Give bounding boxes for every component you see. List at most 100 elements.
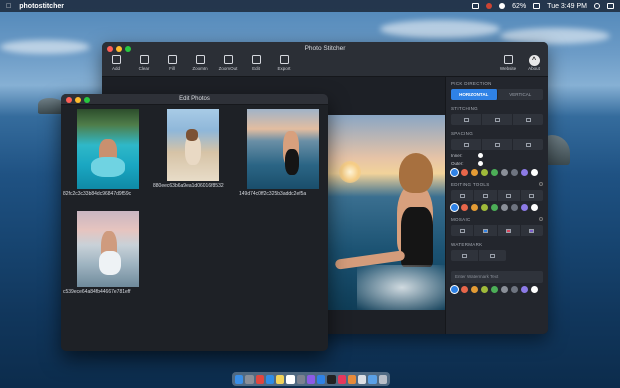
swatch-blue[interactable]	[451, 169, 458, 176]
spacing-option-3[interactable]	[513, 139, 543, 150]
trash-icon[interactable]	[378, 374, 387, 384]
photo-thumb[interactable]: 880eec63b6a9ea1d06016f8532	[153, 109, 243, 189]
swatch-gray[interactable]	[501, 204, 508, 211]
tool-option-4[interactable]	[521, 190, 543, 201]
chrome-icon[interactable]	[255, 374, 264, 384]
toolbar: Add Clear Fill ZoomIn ZoomOut Edit Expor…	[106, 55, 294, 71]
keyboard-icon[interactable]	[358, 374, 367, 384]
about-button[interactable]: ^ About	[524, 55, 544, 71]
tool-option-2[interactable]	[474, 190, 498, 201]
zoom-out-button[interactable]: ZoomOut	[218, 55, 238, 71]
watermark-option-1[interactable]	[451, 250, 480, 261]
swatch-red[interactable]	[461, 169, 468, 176]
apple-icon[interactable]: 	[6, 3, 11, 10]
swatch-orange[interactable]	[471, 286, 478, 293]
swatch-white[interactable]	[531, 169, 538, 176]
mosaic-red-icon	[506, 228, 512, 233]
swatch-lime[interactable]	[481, 204, 488, 211]
flag-icon[interactable]	[486, 3, 493, 9]
website-button[interactable]: Website	[498, 55, 518, 71]
settings-icon[interactable]	[296, 374, 305, 384]
photos-icon[interactable]	[286, 374, 295, 384]
photo-splash	[357, 265, 447, 310]
folder-icon[interactable]	[368, 374, 377, 384]
swatch-purple[interactable]	[521, 169, 528, 176]
swatch-purple[interactable]	[521, 204, 528, 211]
tool-option-1[interactable]	[451, 190, 475, 201]
main-titlebar: Photo Stitcher Add Clear Fill ZoomIn Zoo…	[102, 42, 548, 77]
battery-percent[interactable]: 62%	[512, 3, 526, 10]
fill-button[interactable]: Fill	[162, 55, 182, 71]
photo-sun	[339, 161, 361, 183]
app-menu-name[interactable]: photostitcher	[19, 3, 64, 10]
horizontal-option[interactable]: HORIZONTAL	[451, 89, 498, 100]
swatch-lime[interactable]	[481, 169, 488, 176]
swatch-orange[interactable]	[471, 169, 478, 176]
info-icon[interactable]	[539, 182, 543, 186]
watermark-text-input[interactable]	[451, 270, 543, 283]
swatch-lime[interactable]	[481, 286, 488, 293]
mosaic-option-2[interactable]	[474, 225, 498, 236]
photo-image	[77, 211, 139, 287]
layers-icon	[167, 55, 177, 64]
photo-thumb[interactable]: 82fc2c3c33b84dc96847d9f59c	[63, 109, 153, 197]
stitch-option-1[interactable]	[451, 114, 482, 125]
swatch-orange[interactable]	[471, 204, 478, 211]
swatch-slate[interactable]	[511, 286, 518, 293]
vertical-option[interactable]: VERTICAL	[498, 89, 544, 100]
photostitcher-icon[interactable]	[347, 374, 357, 384]
tool-option-3[interactable]	[498, 190, 521, 201]
swatch-slate[interactable]	[511, 169, 518, 176]
wifi-icon[interactable]	[499, 3, 506, 9]
screen-icon[interactable]	[472, 3, 480, 9]
zoom-in-button[interactable]: ZoomIn	[190, 55, 210, 71]
battery-icon[interactable]	[533, 3, 541, 9]
swatch-gray[interactable]	[501, 286, 508, 293]
photo-thumb[interactable]: 149d74c0ff2c325b3addc2ef5a	[239, 109, 328, 197]
swatch-slate[interactable]	[511, 204, 518, 211]
stitch-option-3[interactable]	[513, 114, 543, 125]
mosaic-option-3[interactable]	[498, 225, 521, 236]
swatch-green[interactable]	[491, 286, 498, 293]
swatch-green[interactable]	[491, 204, 498, 211]
spacing-selector	[451, 139, 543, 150]
outer-spacing-row: Outer:	[451, 161, 543, 166]
spacing-option-2[interactable]	[482, 139, 513, 150]
swatch-blue[interactable]	[451, 286, 458, 293]
music-icon[interactable]	[337, 374, 346, 384]
stitched-photo-canvas[interactable]	[327, 115, 447, 310]
info-icon[interactable]	[539, 217, 543, 221]
swatch-red[interactable]	[461, 204, 468, 211]
tv-icon[interactable]	[327, 374, 336, 384]
watermark-option-2[interactable]	[479, 250, 506, 261]
safari-icon[interactable]	[265, 374, 275, 384]
outer-toggle[interactable]	[478, 161, 483, 166]
swatch-gray[interactable]	[501, 169, 508, 176]
photo-thumb[interactable]: c539ece64a84fb44667e781eff	[63, 211, 153, 295]
finder-icon[interactable]	[235, 374, 244, 384]
siri-icon[interactable]	[306, 374, 316, 384]
stitching-selector	[451, 114, 543, 125]
add-button[interactable]: Add	[106, 55, 126, 71]
stitch-option-2[interactable]	[482, 114, 513, 125]
inner-toggle[interactable]	[478, 153, 483, 158]
appstore-icon[interactable]	[317, 374, 326, 384]
swatch-purple[interactable]	[521, 286, 528, 293]
control-center-icon[interactable]	[607, 3, 614, 9]
clear-button[interactable]: Clear	[134, 55, 154, 71]
notes-icon[interactable]	[276, 374, 285, 384]
swatch-blue[interactable]	[451, 204, 458, 211]
export-button[interactable]: Export	[274, 55, 294, 71]
swatch-red[interactable]	[461, 286, 468, 293]
spacing-option-1[interactable]	[451, 139, 482, 150]
mosaic-option-1[interactable]	[451, 225, 475, 236]
mosaic-option-4[interactable]	[521, 225, 543, 236]
website-icon	[503, 55, 513, 64]
swatch-white[interactable]	[531, 204, 538, 211]
edit-button[interactable]: Edit	[246, 55, 266, 71]
launchpad-icon[interactable]	[245, 374, 254, 384]
swatch-green[interactable]	[491, 169, 498, 176]
swatch-white[interactable]	[531, 286, 538, 293]
search-icon[interactable]	[594, 3, 600, 9]
clock[interactable]: Tue 3:49 PM	[547, 3, 587, 10]
